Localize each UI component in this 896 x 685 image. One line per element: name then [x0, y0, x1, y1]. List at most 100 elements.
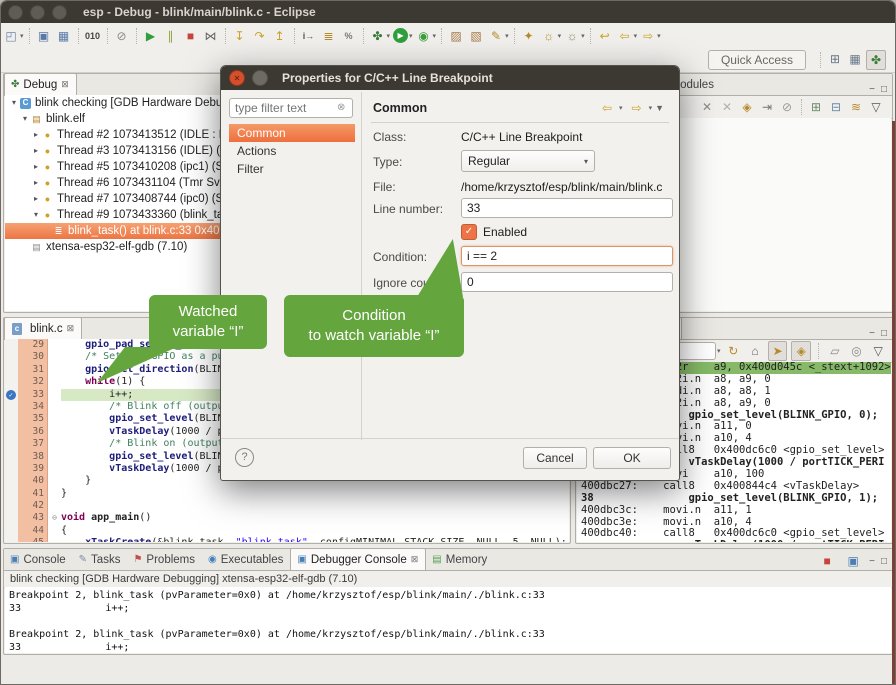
search-icon[interactable]: ✎	[487, 27, 505, 45]
window-maximize-button[interactable]	[52, 5, 67, 20]
debug-tree-row[interactable]: ▤xtensa-esp32-elf-gdb (7.10)	[5, 239, 229, 255]
filter-input[interactable]	[229, 98, 353, 118]
debug-icon[interactable]: ✤	[369, 27, 387, 45]
close-icon[interactable]: ⊠	[61, 79, 69, 90]
window-minimize-button[interactable]	[30, 5, 45, 20]
expander-icon[interactable]: ▸	[31, 159, 41, 175]
forward-icon[interactable]: ⇨	[628, 99, 646, 117]
ok-button[interactable]: OK	[593, 447, 671, 469]
chevron-down-icon[interactable]: ▾	[657, 32, 661, 40]
minimize-icon[interactable]: −	[869, 556, 875, 567]
expand-all-icon[interactable]: ⊞	[807, 98, 825, 116]
expression-icon[interactable]: %	[340, 27, 358, 45]
tab-tasks[interactable]: ✎Tasks	[73, 549, 128, 570]
dialog-nav-common[interactable]: Common	[229, 124, 355, 142]
close-icon[interactable]: ⊠	[411, 554, 419, 565]
debug-perspective-icon[interactable]: ✤	[866, 50, 886, 70]
condition-input[interactable]	[461, 246, 673, 266]
line-number-input[interactable]	[461, 198, 673, 218]
instruction-stepping-icon[interactable]: i→	[300, 27, 318, 45]
chevron-down-icon[interactable]: ▾	[634, 32, 638, 40]
save-all-icon[interactable]: ▦	[55, 27, 73, 45]
import-breakpoints-icon[interactable]: ⇥	[758, 98, 776, 116]
debug-tree-row[interactable]: ▾▤blink.elf	[5, 111, 229, 127]
debug-tree-row[interactable]: ▸●Thread #7 1073408744 (ipc0) (Susp	[5, 191, 229, 207]
link-with-debug-icon[interactable]: ⊘	[778, 98, 796, 116]
disassembly-line[interactable]: vTaskDelay(1000 / portTICK_PERI	[581, 540, 891, 542]
collapse-all-icon[interactable]: ⊟	[827, 98, 845, 116]
maximize-icon[interactable]: □	[881, 84, 887, 95]
maximize-icon[interactable]: □	[881, 556, 887, 567]
ignore-count-input[interactable]	[461, 272, 673, 292]
step-over-icon[interactable]: ↷	[251, 27, 269, 45]
cancel-button[interactable]: Cancel	[523, 447, 587, 469]
resume-icon[interactable]: ▶	[142, 27, 160, 45]
disassembly-line[interactable]: 400dbc3c: movi.n a11, 1	[581, 505, 891, 517]
back-icon[interactable]: ⇦	[616, 27, 634, 45]
suspend-icon[interactable]: ∥	[162, 27, 180, 45]
code-line[interactable]: 42	[5, 500, 569, 512]
display-console-icon[interactable]: ▣	[844, 552, 862, 570]
cpp-perspective-icon[interactable]: ▦	[846, 50, 864, 68]
expander-icon[interactable]: ▾	[9, 95, 19, 111]
remove-all-icon[interactable]: ✕	[718, 98, 736, 116]
last-edit-location-icon[interactable]: ↩	[596, 27, 614, 45]
show-breakpoints-icon[interactable]: ◈	[738, 98, 756, 116]
sync-context-icon[interactable]: ◈	[791, 341, 811, 361]
chevron-down-icon[interactable]: ▾	[581, 32, 585, 40]
expander-icon[interactable]: ▸	[31, 127, 41, 143]
code-line[interactable]: 43⊖void app_main()	[5, 512, 569, 524]
skip-all-breakpoints-icon[interactable]: ⊘	[113, 27, 131, 45]
mark-occurrences-icon[interactable]: ✦	[520, 27, 538, 45]
stop-icon[interactable]: ■	[818, 552, 836, 570]
view-menu-icon[interactable]: ▽	[867, 98, 885, 116]
expander-icon[interactable]: ▸	[31, 191, 41, 207]
expander-icon[interactable]: ▸	[31, 175, 41, 191]
annotation-icon[interactable]: ☼	[563, 27, 581, 45]
follow-pc-icon[interactable]: ➤	[768, 341, 788, 361]
clear-filter-icon[interactable]: ⊗	[337, 102, 345, 113]
tab-executables[interactable]: ◉Executables	[202, 549, 290, 570]
group-by-icon[interactable]: ≋	[847, 98, 865, 116]
expander-icon[interactable]: ▸	[31, 143, 41, 159]
new-wizard-icon[interactable]: ◰	[2, 27, 20, 45]
run-icon[interactable]: ▶	[393, 28, 408, 43]
dialog-nav-filter[interactable]: Filter	[229, 160, 355, 178]
dialog-maximize-icon[interactable]	[252, 70, 268, 86]
open-element-icon[interactable]: ☼	[540, 27, 558, 45]
open-perspective-icon[interactable]: ⊞	[826, 50, 844, 68]
show-logical-structure-icon[interactable]: ≣	[320, 27, 338, 45]
debug-tree-row[interactable]: ▸●Thread #6 1073431104 (Tmr Svc) (S	[5, 175, 229, 191]
external-tools-icon[interactable]: ◉	[415, 27, 433, 45]
debug-tree-row[interactable]: ≣blink_task() at blink.c:33 0x400db	[5, 223, 229, 239]
help-icon[interactable]: ?	[235, 448, 254, 467]
chevron-down-icon[interactable]: ▾	[717, 347, 721, 355]
debug-tree-row[interactable]: ▾●Thread #9 1073433360 (blink_task	[5, 207, 229, 223]
debug-tree-row[interactable]: ▾Cblink checking [GDB Hardware Debug	[5, 95, 229, 111]
chevron-down-icon[interactable]: ▾	[20, 32, 24, 40]
console-output[interactable]: Breakpoint 2, blink_task (pvParameter=0x…	[5, 587, 891, 653]
minimize-icon[interactable]: −	[869, 328, 875, 339]
dialog-nav-actions[interactable]: Actions	[229, 142, 355, 160]
maximize-icon[interactable]: □	[881, 328, 887, 339]
fold-icon[interactable]: ⊖	[52, 513, 57, 522]
home-icon[interactable]: ⌂	[746, 342, 764, 360]
window-close-button[interactable]	[8, 5, 23, 20]
code-line[interactable]: 41}	[5, 488, 569, 500]
forward-icon[interactable]: ⇨	[639, 27, 657, 45]
chevron-down-icon[interactable]: ▾	[558, 32, 562, 40]
debug-tree-row[interactable]: ▸●Thread #3 1073413156 (IDLE) (Susp	[5, 143, 229, 159]
tab-blink-c[interactable]: c blink.c ⊠	[4, 317, 82, 339]
code-line[interactable]: 44{	[5, 525, 569, 537]
step-return-icon[interactable]: ↥	[271, 27, 289, 45]
view-menu-icon[interactable]: ▽	[869, 342, 887, 360]
expander-icon[interactable]: ▾	[31, 207, 41, 223]
expander-icon[interactable]: ▾	[20, 111, 30, 127]
terminate-icon[interactable]: ■	[182, 27, 200, 45]
open-type-icon[interactable]: ▧	[467, 27, 485, 45]
tab-memory[interactable]: ▤Memory	[426, 549, 494, 570]
back-icon[interactable]: ⇦	[598, 99, 616, 117]
tab-debug[interactable]: ✤ Debug ⊠	[4, 73, 77, 95]
remove-icon[interactable]: ✕	[698, 98, 716, 116]
type-dropdown[interactable]: Regular ▾	[461, 150, 595, 172]
